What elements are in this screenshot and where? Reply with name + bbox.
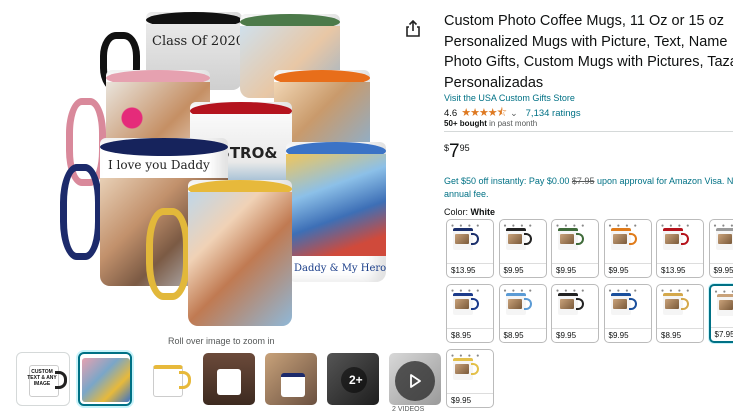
mug-text-love-daddy: I love you Daddy — [108, 158, 210, 172]
swatch-price: $13.95 — [657, 263, 703, 277]
color-swatch[interactable]: ● ● ● ● $13.95 — [446, 219, 494, 278]
mug-handle — [146, 208, 190, 300]
thumbnail-1[interactable]: CUSTOM TEXT & ANY IMAGE — [16, 352, 70, 406]
swatch-photo — [455, 364, 469, 374]
swatch-photo — [612, 299, 627, 309]
color-label: Color: White — [444, 207, 495, 217]
promo-strike-price: $7.95 — [571, 176, 595, 186]
product-title-line: Personalizadas — [444, 74, 544, 91]
color-swatch[interactable]: ● ● ● ●$9.95 — [708, 219, 733, 278]
price-whole: 7 — [449, 141, 460, 162]
ratings-count-link[interactable]: 7,134 ratings — [526, 108, 581, 119]
swatch-price: $9.95 — [552, 328, 598, 342]
swatch-photo — [612, 234, 627, 244]
swatch-price: $9.95 — [604, 263, 651, 277]
divider — [444, 131, 733, 132]
mug-text-daddy-hero: Daddy & My Hero — [294, 263, 386, 274]
thumbnail-4[interactable] — [202, 352, 256, 406]
more-images-count: 2+ — [349, 373, 363, 387]
color-swatch[interactable]: ● ● ● ● $8.95 — [446, 284, 494, 343]
color-swatch[interactable]: ● ● ● ●$9.95 — [551, 219, 599, 278]
zoom-hint: Roll over image to zoom in — [168, 336, 275, 346]
swatch-price: $8.95 — [447, 328, 493, 342]
swatch-mug-handle — [523, 233, 532, 245]
price-symbol: $ — [444, 143, 450, 153]
thumb-text: CUSTOM TEXT & ANY IMAGE — [27, 369, 57, 387]
thumbnail-2[interactable] — [78, 352, 132, 406]
mug-text-class-of: Class Of 2020 — [152, 34, 242, 49]
product-title: Custom Photo Coffee Mugs, 11 Oz or 15 oz… — [444, 11, 733, 93]
swatch-price: $7.95 — [710, 327, 733, 341]
bought-in-past-month: 50+ bought in past month — [444, 119, 537, 128]
swatch-price: $9.95 — [499, 263, 546, 277]
bought-count: 50+ bought — [444, 119, 487, 128]
card-promo[interactable]: Get $50 off instantly: Pay $0.00 $7.95 u… — [444, 175, 733, 200]
mug-handle — [60, 164, 102, 260]
color-swatch[interactable]: ● ● ● ● $13.95 — [656, 219, 704, 278]
swatch-photo — [507, 299, 522, 309]
thumbnail-strip: CUSTOM TEXT & ANY IMAGE 2+ — [16, 352, 442, 408]
swatch-photo — [455, 234, 469, 244]
swatch-price: $8.95 — [499, 328, 546, 342]
price: $795 — [444, 141, 470, 163]
product-title-line: Photo Gifts, Custom Mugs with Pictures, … — [444, 54, 733, 70]
selected-color-name: White — [470, 207, 496, 217]
swatch-photo — [718, 300, 733, 310]
swatch-mug-handle — [471, 233, 479, 245]
thumbnail-more[interactable]: 2+ — [326, 352, 380, 406]
mug-yellow — [188, 180, 292, 326]
bought-period: in past month — [486, 119, 538, 128]
color-swatch[interactable]: ● ● ● ● $8.95 — [498, 284, 547, 343]
swatch-mug-handle — [628, 233, 637, 245]
swatch-photo — [560, 234, 574, 244]
swatch-mug-handle — [576, 298, 584, 310]
swatch-mug-handle — [471, 363, 479, 375]
swatch-photo — [507, 234, 522, 244]
thumbnail-video[interactable] — [388, 352, 442, 406]
swatch-mug-handle — [471, 298, 479, 310]
swatch-price: $9.95 — [552, 263, 598, 277]
store-link[interactable]: Visit the USA Custom Gifts Store — [444, 93, 575, 103]
color-swatch[interactable]: ● ● ● ●$9.95 — [446, 349, 494, 408]
promo-text: Get $50 off instantly: Pay $0.00 — [444, 176, 572, 186]
color-swatch[interactable]: ● ● ● ●$9.95 — [603, 284, 652, 343]
chevron-down-icon[interactable]: ⌄ — [510, 108, 518, 119]
swatch-mug-handle — [681, 298, 689, 310]
swatch-photo — [455, 299, 469, 309]
main-product-image[interactable]: Class Of 2020 BISTRO& I love you Daddy D… — [60, 8, 388, 330]
color-label-prefix: Color: — [444, 207, 471, 217]
thumbnail-5[interactable] — [264, 352, 318, 406]
swatch-photo — [665, 234, 679, 244]
swatch-mug-handle — [523, 298, 532, 310]
swatch-price: $9.95 — [447, 393, 493, 407]
videos-count-label: 2 VIDEOS — [392, 406, 425, 413]
mug-blue: Daddy & My Hero — [286, 142, 386, 282]
swatch-mug-handle — [628, 298, 637, 310]
swatch-mug-handle — [576, 233, 584, 245]
color-swatch[interactable]: ● ● ● ●$9.95 — [603, 219, 652, 278]
color-swatch[interactable]: ● ● ● ●$7.95 — [708, 284, 733, 343]
swatch-price: $8.95 — [657, 328, 703, 342]
color-swatch[interactable]: ● ● ● ● $8.95 — [656, 284, 704, 343]
share-icon[interactable] — [405, 20, 421, 38]
color-swatch[interactable]: ● ● ● ●$9.95 — [551, 284, 599, 343]
swatch-price: $9.95 — [709, 263, 733, 277]
swatch-photo — [717, 234, 732, 244]
swatch-price: $13.95 — [447, 263, 493, 277]
play-icon — [410, 374, 421, 388]
promo-text-rest: upon approval for Amazon Visa. No — [594, 176, 733, 186]
price-fraction: 95 — [459, 143, 470, 153]
play-video-button[interactable] — [395, 361, 435, 401]
swatch-price: $9.95 — [604, 328, 651, 342]
swatch-photo — [560, 299, 574, 309]
thumbnail-3[interactable] — [140, 352, 194, 406]
swatch-mug-handle — [681, 233, 689, 245]
promo-text-line2: annual fee. — [444, 188, 489, 199]
product-title-line: Custom Photo Coffee Mugs, 11 Oz or 15 oz — [444, 13, 724, 29]
rating-value: 4.6 — [444, 108, 458, 119]
swatch-photo — [665, 299, 679, 309]
color-swatch[interactable]: ● ● ● ●$9.95 — [498, 219, 547, 278]
product-title-line: Personalized Mugs with Picture, Text, Na… — [444, 33, 728, 50]
